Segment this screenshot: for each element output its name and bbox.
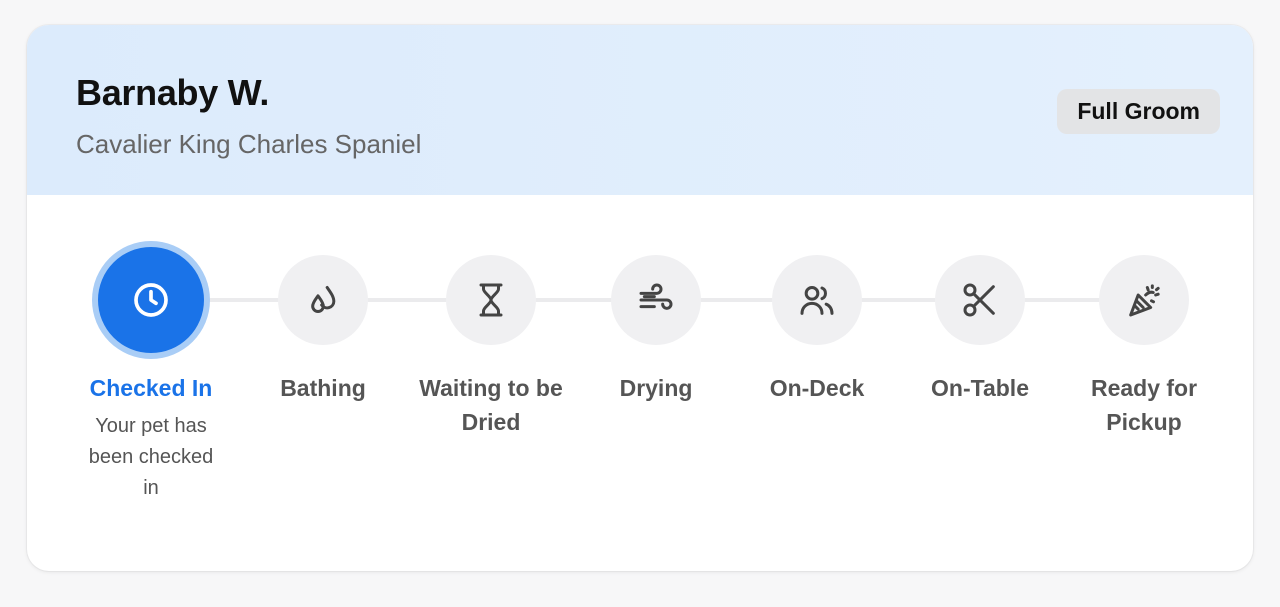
step-label: Checked In [89, 375, 213, 401]
scissors-icon [963, 283, 995, 317]
step-circle [446, 255, 536, 345]
service-badge: Full Groom [1057, 89, 1220, 134]
water-drops-icon [311, 286, 336, 313]
step-circle [772, 255, 862, 345]
step-label: Drying [619, 375, 693, 401]
users-icon [800, 286, 834, 315]
clock-icon [134, 283, 168, 317]
step-circle [1099, 255, 1189, 345]
step-circle [278, 255, 368, 345]
step-description: Your pet has been checked in [88, 415, 214, 499]
step-label: Ready for Pickup [1090, 375, 1198, 435]
card-header: Barnaby W. Cavalier King Charles Spaniel… [27, 25, 1253, 195]
step-circle [935, 255, 1025, 345]
step-label: On-Table [931, 375, 1029, 401]
step-circle [611, 255, 701, 345]
step-label: Bathing [280, 375, 366, 401]
pet-breed: Cavalier King Charles Spaniel [76, 129, 422, 159]
wind-icon [639, 283, 673, 310]
hourglass-icon [479, 283, 503, 317]
party-popper-icon [1129, 284, 1160, 317]
step-label: On-Deck [769, 375, 865, 401]
pet-name: Barnaby W. [76, 72, 270, 113]
grooming-status-card: Barnaby W. Cavalier King Charles Spaniel… [27, 25, 1253, 571]
step-circle [98, 247, 204, 353]
step-label: Waiting to be Dried [419, 375, 563, 435]
